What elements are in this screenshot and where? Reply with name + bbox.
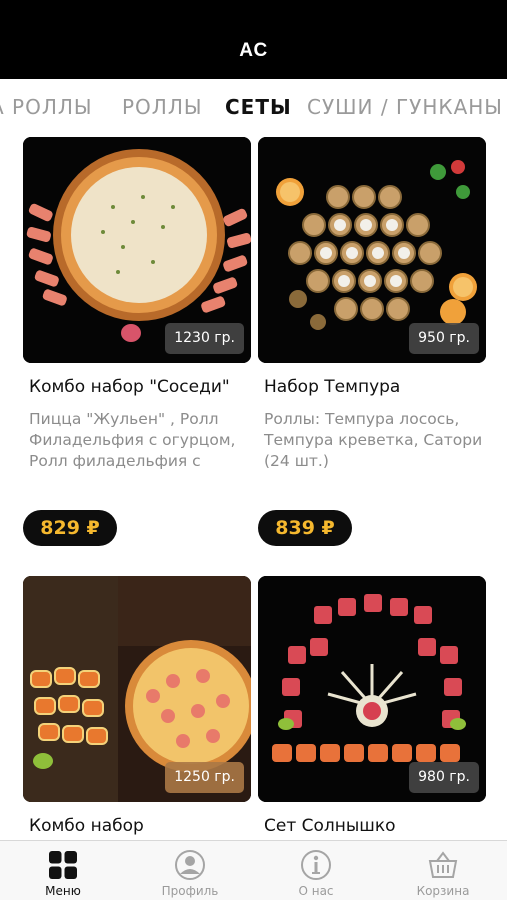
weight-badge: 1250 гр. <box>165 762 244 793</box>
product-title: Комбо набор <box>29 816 144 836</box>
nav-label: Профиль <box>161 884 219 898</box>
weight-badge: 980 гр. <box>409 762 479 793</box>
product-title: Комбо набор "Соседи" <box>29 377 230 397</box>
combo-pizza-rolls-image[interactable]: 1250 гр. <box>23 576 251 802</box>
app-title: AC <box>239 40 268 61</box>
nav-label: Меню <box>45 884 81 898</box>
product-card[interactable]: 1230 гр. Комбо набор "Соседи" Пицца "Жул… <box>23 137 251 546</box>
weight-badge: 950 гр. <box>409 323 479 354</box>
product-title: Сет Солнышко <box>264 816 396 836</box>
product-description: Роллы: Темпура лосось, Темпура креветка,… <box>264 410 483 470</box>
price-button[interactable]: 839 ₽ <box>258 510 352 546</box>
sun-sushi-set-image[interactable]: 980 гр. <box>258 576 486 802</box>
nav-profile[interactable]: Профиль <box>127 841 253 900</box>
nav-cart[interactable]: Корзина <box>380 841 506 900</box>
category-tabs: А РОЛЛЫ РОЛЛЫ СЕТЫ СУШИ / ГУНКАНЫ <box>0 79 507 135</box>
bottom-navigation: Меню Профиль О нас Корзина <box>0 840 507 900</box>
tab-rolls[interactable]: РОЛЛЫ <box>122 95 203 119</box>
top-bar: AC <box>0 0 507 79</box>
price-button[interactable]: 829 ₽ <box>23 510 117 546</box>
nav-label: Корзина <box>416 884 470 898</box>
nav-about[interactable]: О нас <box>253 841 379 900</box>
tab-rolls-a[interactable]: А РОЛЛЫ <box>0 95 93 119</box>
tempura-rolls-image[interactable]: 950 гр. <box>258 137 486 363</box>
product-card[interactable]: 980 гр. Сет Солнышко <box>258 576 486 836</box>
product-card[interactable]: 1250 гр. Комбо набор <box>23 576 251 836</box>
tab-sushi-gunkan[interactable]: СУШИ / ГУНКАНЫ <box>307 95 503 119</box>
nav-menu[interactable]: Меню <box>0 841 126 900</box>
tab-sets[interactable]: СЕТЫ <box>225 95 292 119</box>
grid-icon <box>49 851 77 879</box>
weight-badge: 1230 гр. <box>165 323 244 354</box>
product-description: Пицца "Жульен" , Ролл Филадельфия с огур… <box>29 410 236 470</box>
product-title: Набор Темпура <box>264 377 401 397</box>
product-card[interactable]: 950 гр. Набор Темпура Роллы: Темпура лос… <box>258 137 486 546</box>
profile-icon <box>175 850 205 880</box>
pizza-with-rolls-image[interactable]: 1230 гр. <box>23 137 251 363</box>
basket-icon <box>428 851 458 878</box>
info-icon <box>301 850 331 880</box>
nav-label: О нас <box>298 884 334 898</box>
